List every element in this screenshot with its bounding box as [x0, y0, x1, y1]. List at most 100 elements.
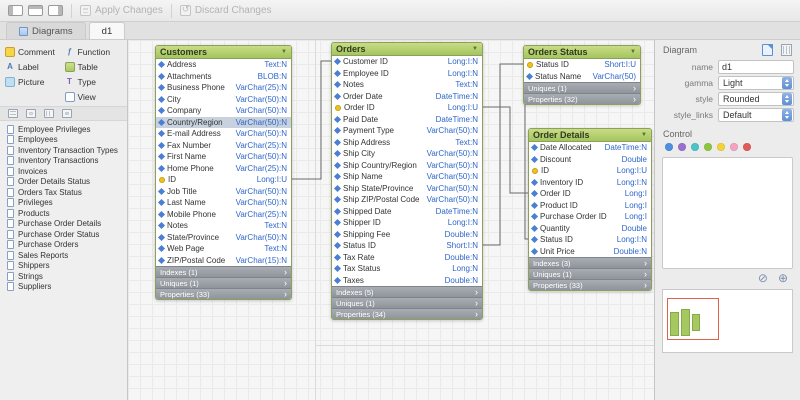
table-section-properties-32[interactable]: Properties (32)›: [524, 93, 640, 104]
field-row-status-id[interactable]: Status IDLong:I:N: [529, 234, 651, 246]
er-table-header[interactable]: Customers▼: [156, 46, 291, 59]
er-table-header[interactable]: Orders Status▼: [524, 46, 640, 59]
table-section-indexes-5[interactable]: Indexes (5)›: [332, 286, 482, 297]
field-row-id[interactable]: IDLong:I:U: [156, 174, 291, 186]
field-row-payment-type[interactable]: Payment TypeVarChar(50):N: [332, 125, 482, 137]
color-dot-3[interactable]: [704, 143, 712, 151]
field-row-city[interactable]: CityVarChar(50):N: [156, 94, 291, 106]
table-list-item-invoices[interactable]: Invoices: [0, 166, 127, 177]
toggle-toolbar-icon[interactable]: [28, 5, 43, 16]
field-row-web-page[interactable]: Web PageText:N: [156, 243, 291, 255]
diagram-canvas[interactable]: Customers▼AddressText:NAttachmentsBLOB:N…: [128, 40, 654, 400]
table-list-item-purchase-order-details[interactable]: Purchase Order Details: [0, 219, 127, 230]
field-row-id[interactable]: IDLong:I:U: [529, 165, 651, 177]
field-row-ship-name[interactable]: Ship NameVarChar(50):N: [332, 171, 482, 183]
field-row-paid-date[interactable]: Paid DateDateTime:N: [332, 114, 482, 126]
palette-item-table[interactable]: Table: [65, 60, 125, 73]
grid-view-icon[interactable]: [44, 109, 54, 118]
discard-changes-button[interactable]: Discard Changes: [180, 5, 272, 16]
field-row-status-name[interactable]: Status NameVarChar(50): [524, 71, 640, 83]
field-row-shipper-id[interactable]: Shipper IDLong:I:N: [332, 217, 482, 229]
field-row-date-allocated[interactable]: Date AllocatedDateTime:N: [529, 142, 651, 154]
field-row-order-id[interactable]: Order IDLong:I:U: [332, 102, 482, 114]
layout-grid-icon[interactable]: [781, 44, 792, 56]
field-row-ship-country-region[interactable]: Ship Country/RegionVarChar(50):N: [332, 160, 482, 172]
tab-d1[interactable]: d1: [89, 22, 126, 39]
field-row-business-phone[interactable]: Business PhoneVarChar(25):N: [156, 82, 291, 94]
er-table-orders[interactable]: Orders▼Customer IDLong:I:NEmployee IDLon…: [331, 42, 483, 320]
field-row-inventory-id[interactable]: Inventory IDLong:I:N: [529, 177, 651, 189]
minimap-viewport[interactable]: [667, 298, 719, 340]
field-row-job-title[interactable]: Job TitleVarChar(50):N: [156, 186, 291, 198]
filter-icon[interactable]: ▼: [630, 49, 636, 55]
er-table-orders-status[interactable]: Orders Status▼Status IDShort:I:UStatus N…: [523, 45, 641, 105]
toggle-left-sidebar-icon[interactable]: [8, 5, 23, 16]
field-row-last-name[interactable]: Last NameVarChar(50):N: [156, 197, 291, 209]
field-row-first-name[interactable]: First NameVarChar(50):N: [156, 151, 291, 163]
er-table-order-details[interactable]: Order Details▼Date AllocatedDateTime:NDi…: [528, 128, 652, 291]
er-table-header[interactable]: Orders▼: [332, 43, 482, 56]
field-row-tax-status[interactable]: Tax StatusLong:N: [332, 263, 482, 275]
field-row-ship-state-province[interactable]: Ship State/ProvinceVarChar(50):N: [332, 183, 482, 195]
table-list-item-order-details-status[interactable]: Order Details Status: [0, 177, 127, 188]
table-list-item-privileges[interactable]: Privileges: [0, 198, 127, 209]
field-row-order-date[interactable]: Order DateDateTime:N: [332, 91, 482, 103]
palette-item-picture[interactable]: Picture: [5, 75, 65, 88]
er-table-header[interactable]: Order Details▼: [529, 129, 651, 142]
field-row-country-region[interactable]: Country/RegionVarChar(50):N: [156, 117, 291, 129]
table-list-item-products[interactable]: Products: [0, 208, 127, 219]
field-row-employee-id[interactable]: Employee IDLong:I:N: [332, 68, 482, 80]
table-section-properties-34[interactable]: Properties (34)›: [332, 308, 482, 319]
table-section-uniques-1[interactable]: Uniques (1)›: [332, 297, 482, 308]
apply-changes-button[interactable]: Apply Changes: [80, 5, 163, 16]
filter-icon[interactable]: ▼: [641, 132, 647, 138]
field-row-unit-price[interactable]: Unit PriceDouble:N: [529, 246, 651, 258]
field-row-company[interactable]: CompanyVarChar(50):N: [156, 105, 291, 117]
color-dot-2[interactable]: [691, 143, 699, 151]
field-row-ship-city[interactable]: Ship CityVarChar(50):N: [332, 148, 482, 160]
objects-view-icon[interactable]: [62, 109, 72, 118]
style-select[interactable]: Rounded: [718, 92, 794, 106]
table-section-properties-33[interactable]: Properties (33)›: [156, 288, 291, 299]
field-row-shipping-fee[interactable]: Shipping FeeDouble:N: [332, 229, 482, 241]
table-list-item-purchase-orders[interactable]: Purchase Orders: [0, 240, 127, 251]
field-row-product-id[interactable]: Product IDLong:I: [529, 200, 651, 212]
table-list-item-orders-tax-status[interactable]: Orders Tax Status: [0, 187, 127, 198]
table-section-uniques-1[interactable]: Uniques (1)›: [524, 82, 640, 93]
disable-icon[interactable]: ⊘: [758, 271, 768, 285]
style-links-select[interactable]: Default: [718, 108, 794, 122]
color-dot-4[interactable]: [717, 143, 725, 151]
new-page-icon[interactable]: [762, 44, 773, 56]
table-list-item-purchase-order-status[interactable]: Purchase Order Status: [0, 229, 127, 240]
field-row-ship-zip-postal-code[interactable]: Ship ZIP/Postal CodeVarChar(50):N: [332, 194, 482, 206]
field-row-notes[interactable]: NotesText:N: [332, 79, 482, 91]
field-row-notes[interactable]: NotesText:N: [156, 220, 291, 232]
table-section-indexes-3[interactable]: Indexes (3)›: [529, 257, 651, 268]
table-list-item-shippers[interactable]: Shippers: [0, 261, 127, 272]
control-list-box[interactable]: [662, 157, 793, 269]
table-section-properties-33[interactable]: Properties (33)›: [529, 279, 651, 290]
table-section-indexes-1[interactable]: Indexes (1)›: [156, 266, 291, 277]
field-row-taxes[interactable]: TaxesDouble:N: [332, 275, 482, 287]
field-row-quantity[interactable]: QuantityDouble: [529, 223, 651, 235]
palette-item-function[interactable]: ƒFunction: [65, 45, 125, 58]
palette-item-type[interactable]: TType: [65, 75, 125, 88]
toggle-right-panel-icon[interactable]: [48, 5, 63, 16]
field-row-mobile-phone[interactable]: Mobile PhoneVarChar(25):N: [156, 209, 291, 221]
field-row-customer-id[interactable]: Customer IDLong:I:N: [332, 56, 482, 68]
minimap[interactable]: [662, 289, 793, 353]
field-row-zip-postal-code[interactable]: ZIP/Postal CodeVarChar(15):N: [156, 255, 291, 267]
gamma-select[interactable]: Light: [718, 76, 794, 90]
table-list-item-strings[interactable]: Strings: [0, 271, 127, 282]
field-row-status-id[interactable]: Status IDShort:I:N: [332, 240, 482, 252]
table-list-item-inventory-transactions[interactable]: Inventory Transactions: [0, 156, 127, 167]
field-row-ship-address[interactable]: Ship AddressText:N: [332, 137, 482, 149]
palette-item-label[interactable]: ALabel: [5, 60, 65, 73]
color-dot-6[interactable]: [743, 143, 751, 151]
table-list-item-suppliers[interactable]: Suppliers: [0, 282, 127, 293]
table-section-uniques-1[interactable]: Uniques (1)›: [529, 268, 651, 279]
palette-item-comment[interactable]: Comment: [5, 45, 65, 58]
field-row-fax-number[interactable]: Fax NumberVarChar(25):N: [156, 140, 291, 152]
color-dot-1[interactable]: [678, 143, 686, 151]
table-list-item-employees[interactable]: Employees: [0, 135, 127, 146]
